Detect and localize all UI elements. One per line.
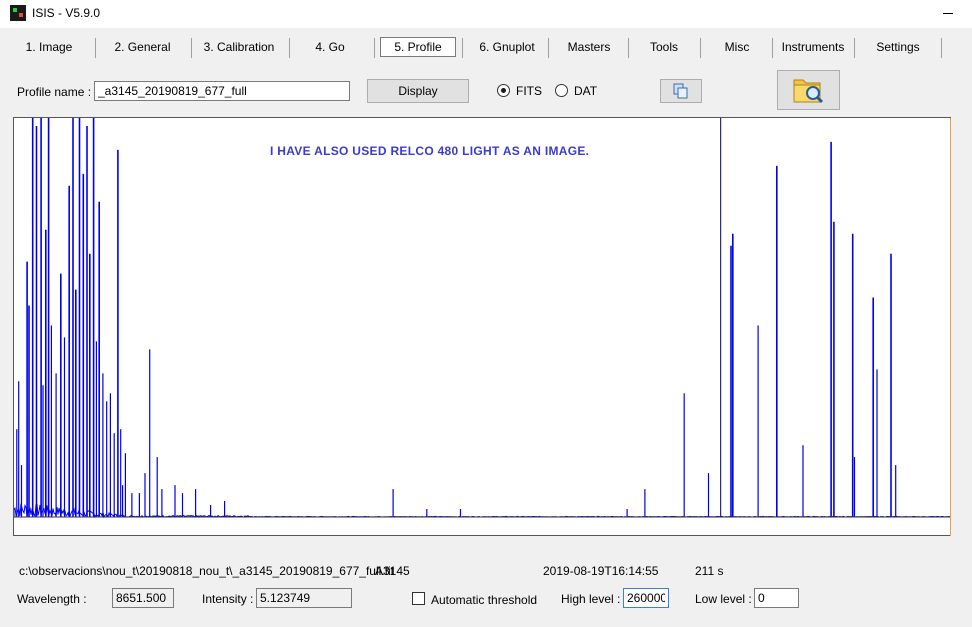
tab-general[interactable]: 2. General <box>100 38 185 58</box>
title-bar: ISIS - V5.9.0 <box>0 0 972 28</box>
intensity-field: 5.123749 <box>256 588 352 608</box>
dat-radio[interactable] <box>555 84 568 97</box>
low-level-label: Low level : <box>695 592 752 606</box>
tab-misc[interactable]: Misc <box>706 38 768 58</box>
minimize-button[interactable] <box>936 2 960 22</box>
app-icon <box>10 5 26 21</box>
wavelength-field: 8651.500 <box>112 588 174 608</box>
low-level-input[interactable] <box>754 588 799 608</box>
tab-go[interactable]: 4. Go <box>294 38 366 58</box>
tab-tools[interactable]: Tools <box>634 38 694 58</box>
file-path: c:\observacions\nou_t\20190818_nou_t\_a3… <box>19 564 394 578</box>
dat-radio-label: DAT <box>574 84 598 98</box>
copy-button[interactable] <box>660 79 702 103</box>
tab-image[interactable]: 1. Image <box>8 38 90 58</box>
tab-profile[interactable]: 5. Profile <box>380 37 456 57</box>
display-button[interactable]: Display <box>367 79 469 103</box>
high-level-input[interactable] <box>623 588 669 608</box>
profile-name-input[interactable] <box>94 81 350 101</box>
spectrum-plot[interactable] <box>13 118 950 535</box>
spectrum-chart[interactable] <box>13 117 951 536</box>
fits-radio[interactable] <box>497 84 510 97</box>
exposure-time: 211 s <box>695 564 724 578</box>
window-title: ISIS - V5.9.0 <box>32 6 101 20</box>
copy-icon <box>673 83 688 99</box>
open-profile-button[interactable] <box>777 70 840 110</box>
tab-settings[interactable]: Settings <box>860 38 936 58</box>
automatic-threshold-checkbox[interactable] <box>412 592 425 605</box>
high-level-label: High level : <box>561 592 621 606</box>
object-name: A3145 <box>375 564 410 578</box>
automatic-threshold-label: Automatic threshold <box>431 593 538 607</box>
spectrum-baseline <box>13 503 950 519</box>
folder-magnifier-icon <box>793 79 824 104</box>
tab-instruments[interactable]: Instruments <box>778 38 848 58</box>
observation-date: 2019-08-19T16:14:55 <box>543 564 659 578</box>
profile-name-label: Profile name : <box>17 85 92 99</box>
fits-radio-label: FITS <box>516 84 542 98</box>
chart-annotation: I HAVE ALSO USED RELCO 480 LIGHT AS AN I… <box>270 144 590 158</box>
chart-right-edge <box>950 118 951 536</box>
wavelength-label: Wavelength : <box>17 592 87 606</box>
intensity-label: Intensity : <box>202 592 254 606</box>
tab-calibration[interactable]: 3. Calibration <box>196 38 282 58</box>
tab-bar: 1. Image 2. General 3. Calibration 4. Go… <box>0 34 972 60</box>
tab-gnuplot[interactable]: 6. Gnuplot <box>468 38 546 58</box>
tab-masters[interactable]: Masters <box>554 38 624 58</box>
